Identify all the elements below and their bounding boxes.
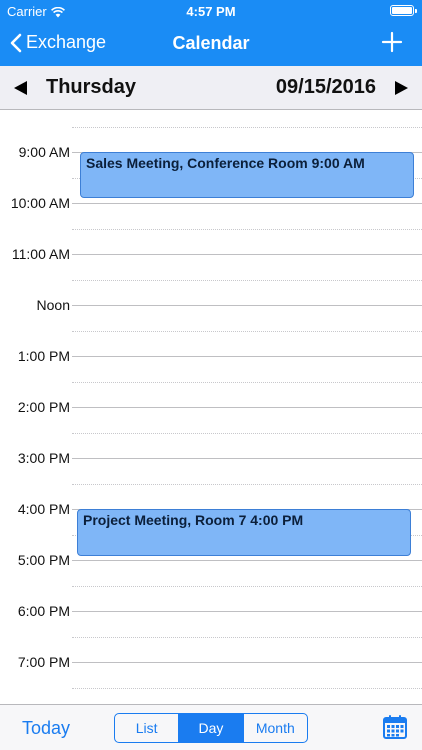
half-hour-gridline [72, 687, 422, 689]
battery-icon [390, 5, 417, 16]
hour-label: Noon [36, 297, 70, 313]
calendar-button[interactable] [382, 714, 408, 740]
half-hour-gridline [72, 432, 422, 434]
hour-gridline [72, 407, 422, 408]
triangle-right-icon [395, 81, 408, 95]
top-bar: Carrier 4:57 PM Exchange Calendar [0, 0, 422, 66]
hour-label: 5:00 PM [17, 552, 70, 568]
calendar-event[interactable]: Project Meeting, Room 7 4:00 PM [77, 509, 411, 557]
hour-gridline [72, 305, 422, 306]
weekday-label: Thursday [46, 76, 137, 98]
half-hour-gridline [72, 585, 422, 587]
hour-label: 4:00 PM [17, 501, 70, 517]
plus-icon [381, 31, 403, 53]
view-mode-segmented-control: List Day Month [114, 713, 308, 743]
today-button[interactable]: Today [22, 718, 70, 739]
status-bar: Carrier 4:57 PM [0, 0, 422, 22]
half-hour-gridline [72, 228, 422, 230]
status-time: 4:57 PM [186, 4, 236, 19]
chevron-left-icon [10, 33, 22, 52]
segment-list[interactable]: List [115, 714, 180, 742]
navigation-bar: Exchange Calendar [0, 22, 422, 66]
day-schedule[interactable]: 9:00 AM 10:00 AM 11:00 AM Noon 1:00 PM 2:00 P… [0, 110, 422, 704]
hour-gridline [72, 611, 422, 612]
hour-label: 3:00 PM [17, 450, 70, 466]
half-hour-gridline [72, 381, 422, 383]
back-button[interactable]: Exchange [10, 32, 106, 53]
hour-gridline [72, 254, 422, 255]
calendar-icon [383, 715, 407, 739]
segment-day[interactable]: Day [179, 714, 244, 742]
hour-gridline [72, 662, 422, 663]
bottom-toolbar: Today List Day Month [0, 704, 422, 750]
hour-label: 10:00 AM [10, 195, 70, 211]
hour-gridline [72, 203, 422, 204]
calendar-event[interactable]: Sales Meeting, Conference Room 9:00 AM [80, 152, 414, 198]
hour-label: 1:00 PM [17, 348, 70, 364]
next-day-button[interactable] [392, 79, 410, 97]
hour-label: 6:00 PM [17, 603, 70, 619]
half-hour-gridline [72, 636, 422, 638]
half-hour-gridline [72, 279, 422, 281]
hour-label: 2:00 PM [17, 399, 70, 415]
date-header: Thursday 09/15/2016 [0, 66, 422, 110]
hour-gridline [72, 356, 422, 357]
half-hour-gridline [72, 483, 422, 485]
half-hour-gridline [72, 126, 422, 128]
segment-month[interactable]: Month [244, 714, 307, 742]
back-label: Exchange [26, 32, 107, 52]
previous-day-button[interactable] [12, 79, 30, 97]
hour-gridline [72, 560, 422, 561]
hour-label: 7:00 PM [17, 654, 70, 670]
triangle-left-icon [14, 81, 27, 95]
hour-label: 9:00 AM [18, 144, 70, 160]
date-label: 09/15/2016 [275, 76, 376, 98]
hour-label: 11:00 AM [11, 246, 70, 262]
add-event-button[interactable] [380, 30, 404, 54]
hour-gridline [72, 458, 422, 459]
half-hour-gridline [72, 330, 422, 332]
